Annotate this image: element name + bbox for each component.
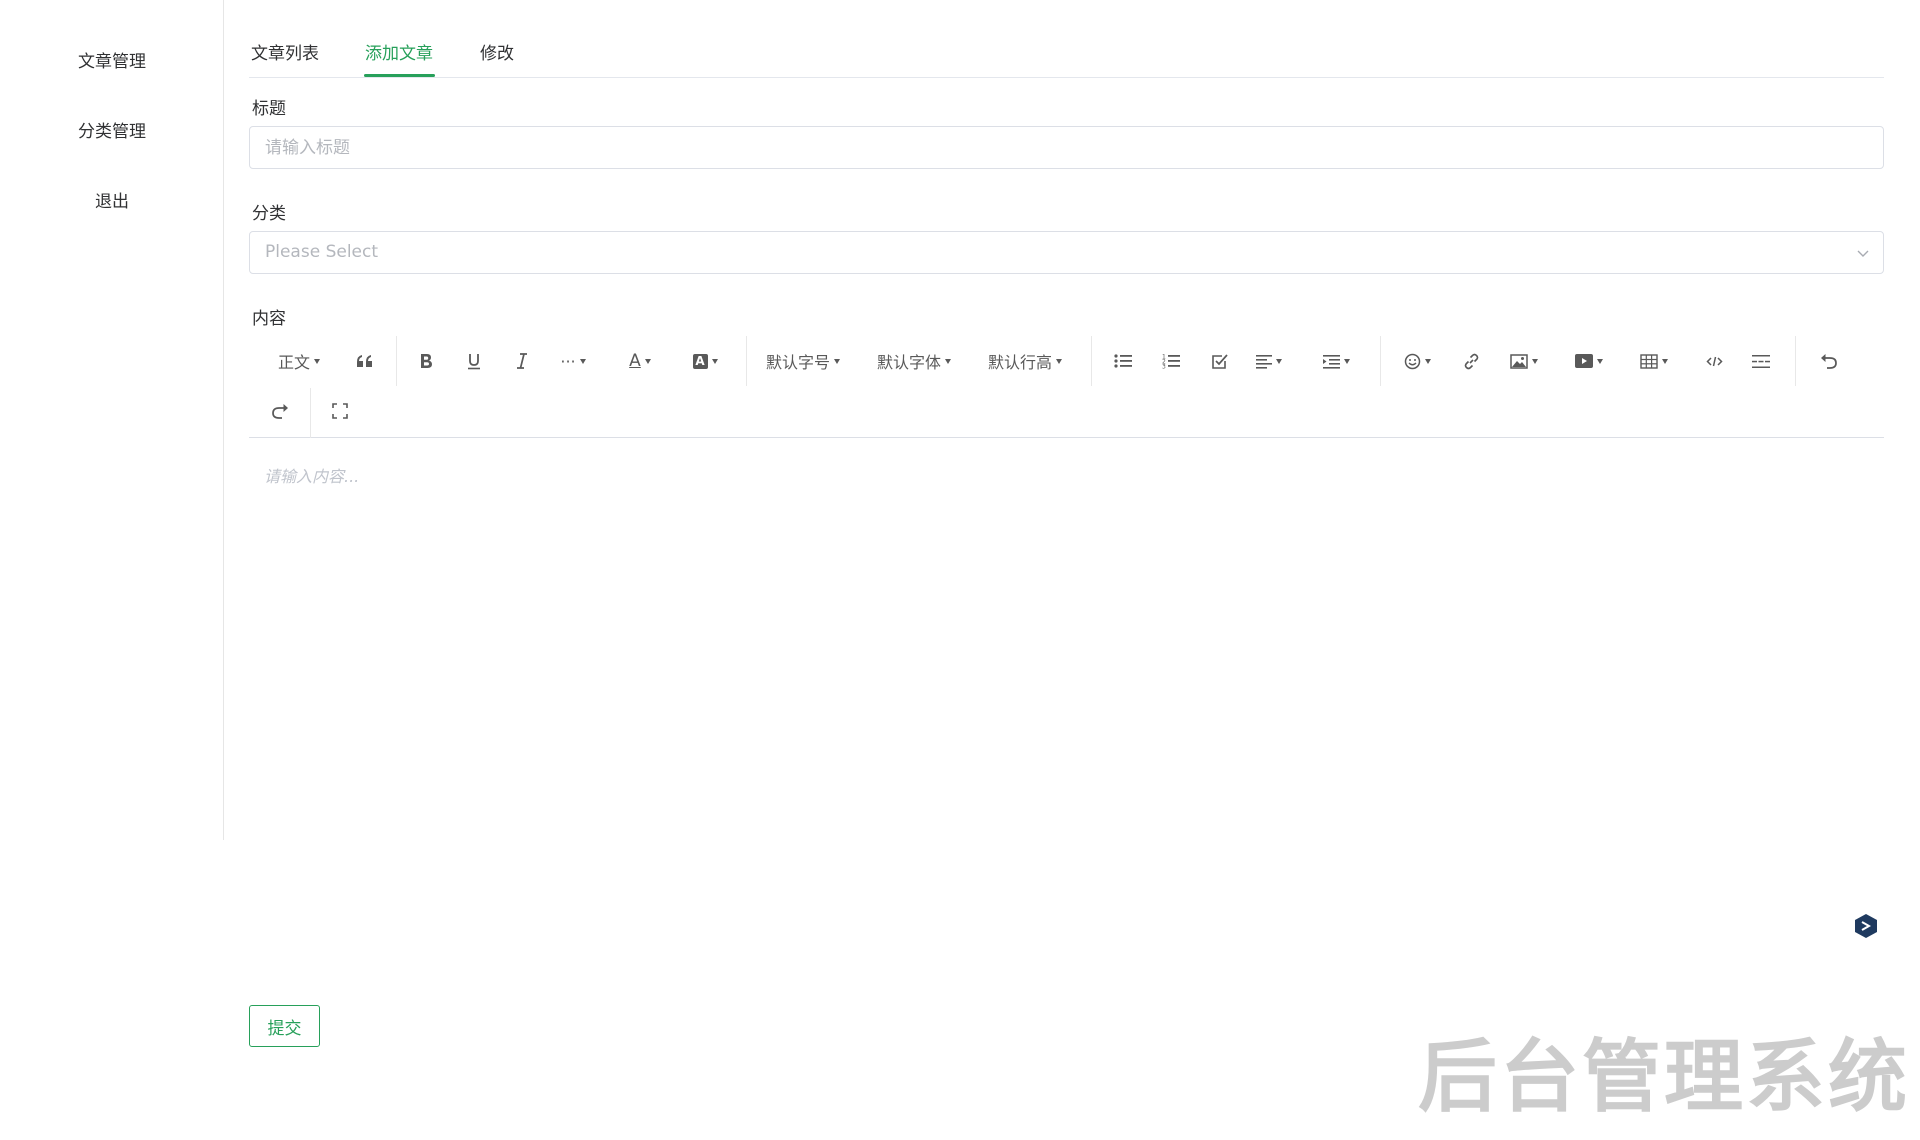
numbered-list-button[interactable]: 1 2 3 bbox=[1154, 344, 1188, 378]
background-color-icon: A bbox=[692, 353, 708, 369]
caret-down-icon bbox=[314, 358, 320, 364]
align-left-icon bbox=[1256, 354, 1272, 369]
font-color-button[interactable]: A bbox=[619, 344, 661, 378]
tab-article-list[interactable]: 文章列表 bbox=[251, 39, 319, 78]
content-editor[interactable]: 请输入内容... bbox=[249, 439, 1884, 829]
caret-down-icon bbox=[1424, 358, 1431, 364]
toolbar-separator bbox=[1795, 336, 1796, 386]
table-icon bbox=[1640, 353, 1658, 369]
insert-table-button[interactable] bbox=[1633, 344, 1675, 378]
sidebar-item-logout[interactable]: 退出 bbox=[0, 187, 224, 212]
toolbar-separator bbox=[310, 388, 311, 438]
caret-down-icon bbox=[1056, 358, 1062, 364]
line-height-label: 默认行高 bbox=[987, 353, 1052, 372]
sidebar-item-category-management[interactable]: 分类管理 bbox=[0, 117, 224, 142]
horizontal-rule-icon bbox=[1752, 354, 1770, 368]
content-placeholder: 请输入内容... bbox=[264, 467, 360, 486]
font-color-icon: A bbox=[629, 351, 641, 371]
caret-down-icon bbox=[579, 358, 586, 364]
background-color-button[interactable]: A bbox=[684, 344, 726, 378]
insert-link-button[interactable] bbox=[1454, 344, 1488, 378]
insert-video-button[interactable] bbox=[1568, 344, 1610, 378]
divider-button[interactable] bbox=[1744, 344, 1778, 378]
bulleted-list-icon bbox=[1114, 354, 1132, 368]
bulleted-list-button[interactable] bbox=[1106, 344, 1140, 378]
toolbar-separator bbox=[396, 336, 397, 386]
watermark-text: 后台管理系统 bbox=[1418, 1031, 1910, 1123]
sidebar: 文章管理 分类管理 退出 bbox=[0, 0, 224, 840]
svg-text:3: 3 bbox=[1162, 363, 1166, 370]
caret-down-icon bbox=[711, 358, 718, 364]
editor-toolbar: 正文 ··· A A 默认字号 默认字体 默认行高 1 2 3 bbox=[249, 336, 1884, 438]
bold-icon bbox=[421, 354, 432, 368]
italic-button[interactable] bbox=[505, 344, 539, 378]
indent-button[interactable] bbox=[1315, 344, 1357, 378]
underline-button[interactable] bbox=[457, 344, 491, 378]
toolbar-separator bbox=[1380, 336, 1381, 386]
caret-down-icon bbox=[1662, 358, 1668, 364]
category-select[interactable]: Please Select bbox=[249, 231, 1884, 274]
caret-down-icon bbox=[644, 358, 651, 364]
chevron-down-icon bbox=[1857, 250, 1869, 257]
font-size-label: 默认字号 bbox=[765, 353, 830, 372]
caret-down-icon bbox=[1532, 358, 1538, 364]
toolbar-separator bbox=[1091, 336, 1092, 386]
undo-button[interactable] bbox=[1812, 344, 1846, 378]
numbered-list-icon: 1 2 3 bbox=[1162, 353, 1180, 370]
quote-icon bbox=[357, 355, 372, 367]
caret-down-icon bbox=[834, 358, 840, 364]
undo-icon bbox=[1821, 353, 1837, 369]
emoji-icon bbox=[1404, 353, 1420, 369]
content-label: 内容 bbox=[252, 309, 286, 329]
indent-icon bbox=[1322, 354, 1340, 369]
more-styles-button[interactable]: ··· bbox=[552, 344, 594, 378]
fullscreen-button[interactable] bbox=[323, 394, 357, 428]
code-icon bbox=[1705, 356, 1723, 366]
align-button[interactable] bbox=[1248, 344, 1290, 378]
checkbox-icon bbox=[1211, 353, 1228, 369]
title-input[interactable] bbox=[249, 126, 1884, 169]
assistant-float-icon[interactable] bbox=[1853, 913, 1879, 939]
line-height-select-button[interactable]: 默认行高 bbox=[983, 344, 1067, 378]
insert-image-button[interactable] bbox=[1503, 344, 1545, 378]
underline-icon bbox=[468, 353, 480, 369]
image-icon bbox=[1510, 353, 1528, 369]
code-block-button[interactable] bbox=[1697, 344, 1731, 378]
caret-down-icon bbox=[1597, 358, 1603, 364]
caret-down-icon bbox=[945, 358, 951, 364]
video-icon bbox=[1575, 354, 1593, 368]
caret-down-icon bbox=[1276, 358, 1282, 364]
font-family-select-button[interactable]: 默认字体 bbox=[872, 344, 956, 378]
category-label: 分类 bbox=[252, 204, 286, 224]
tab-bar: 文章列表 添加文章 修改 bbox=[249, 30, 1884, 78]
link-icon bbox=[1464, 353, 1478, 369]
redo-icon bbox=[272, 403, 288, 419]
heading-select-button[interactable]: 正文 bbox=[271, 344, 327, 378]
todo-list-button[interactable] bbox=[1202, 344, 1236, 378]
active-tab-indicator bbox=[364, 74, 435, 77]
submit-button[interactable]: 提交 bbox=[249, 1005, 320, 1047]
caret-down-icon bbox=[1343, 358, 1350, 364]
heading-select-label: 正文 bbox=[277, 353, 310, 372]
more-styles-label: ··· bbox=[560, 351, 576, 371]
bold-button[interactable] bbox=[409, 344, 443, 378]
category-select-placeholder: Please Select bbox=[265, 242, 379, 262]
font-size-select-button[interactable]: 默认字号 bbox=[761, 344, 845, 378]
toolbar-separator bbox=[746, 336, 747, 386]
tab-edit[interactable]: 修改 bbox=[480, 39, 514, 78]
tab-add-article[interactable]: 添加文章 bbox=[365, 39, 433, 78]
italic-icon bbox=[517, 353, 527, 369]
title-label: 标题 bbox=[252, 99, 286, 119]
redo-button[interactable] bbox=[263, 394, 297, 428]
fullscreen-icon bbox=[332, 403, 348, 419]
font-family-label: 默认字体 bbox=[876, 353, 941, 372]
emoji-button[interactable] bbox=[1396, 344, 1438, 378]
blockquote-button[interactable] bbox=[348, 344, 382, 378]
sidebar-item-article-management[interactable]: 文章管理 bbox=[0, 47, 224, 72]
